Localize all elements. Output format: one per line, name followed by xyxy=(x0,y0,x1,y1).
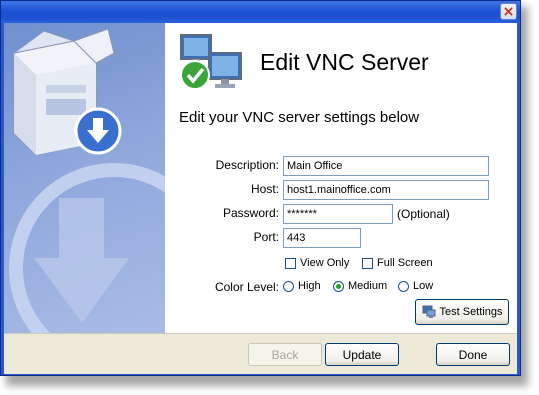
color-low-label: Low xyxy=(413,280,434,292)
network-test-icon xyxy=(422,305,435,318)
install-box-illustration-icon xyxy=(9,28,165,333)
view-only-checkbox-box[interactable] xyxy=(285,257,296,269)
full-screen-checkbox-box[interactable] xyxy=(362,257,373,269)
close-icon xyxy=(504,7,513,16)
description-label: Description: xyxy=(215,158,279,172)
update-button[interactable]: Update xyxy=(325,343,399,366)
password-field[interactable]: ******* xyxy=(283,204,393,224)
wizard-banner xyxy=(4,23,165,333)
dialog-subtitle: Edit your VNC server settings below xyxy=(179,109,420,126)
password-optional-hint: (Optional) xyxy=(397,207,450,221)
color-low-radio[interactable]: Low xyxy=(398,280,433,292)
back-button[interactable]: Back xyxy=(248,343,322,366)
host-field[interactable]: host1.mainoffice.com xyxy=(283,180,489,200)
color-medium-label: Medium xyxy=(348,280,388,292)
password-label: Password: xyxy=(222,206,279,220)
full-screen-checkbox[interactable]: Full Screen xyxy=(362,257,433,269)
monitors-check-icon xyxy=(180,34,242,90)
view-only-label: View Only xyxy=(300,257,350,269)
color-medium-radio-dot[interactable] xyxy=(333,280,344,292)
dialog-client: Edit VNC Server Edit your VNC server set… xyxy=(4,23,517,374)
color-high-label: High xyxy=(298,280,321,292)
test-settings-label: Test Settings xyxy=(439,306,503,318)
title-bar[interactable] xyxy=(1,1,520,23)
color-level-label: Color Level: xyxy=(214,280,279,294)
color-high-radio-dot[interactable] xyxy=(283,280,294,292)
port-label: Port: xyxy=(253,230,279,244)
description-field[interactable]: Main Office xyxy=(283,156,489,176)
port-field[interactable]: 443 xyxy=(283,228,361,248)
dialog-window: Edit VNC Server Edit your VNC server set… xyxy=(0,0,521,376)
done-button[interactable]: Done xyxy=(436,343,510,366)
test-settings-button[interactable]: Test Settings xyxy=(415,299,509,325)
color-low-radio-dot[interactable] xyxy=(398,280,409,292)
host-label: Host: xyxy=(250,182,279,196)
full-screen-label: Full Screen xyxy=(377,257,433,269)
color-medium-radio[interactable]: Medium xyxy=(333,280,387,292)
color-high-radio[interactable]: High xyxy=(283,280,321,292)
content-panel: Edit VNC Server Edit your VNC server set… xyxy=(165,23,517,333)
close-button[interactable] xyxy=(500,3,517,20)
dialog-title: Edit VNC Server xyxy=(260,49,429,75)
dialog-footer: Back Update Done xyxy=(4,333,517,374)
view-only-checkbox[interactable]: View Only xyxy=(285,257,349,269)
